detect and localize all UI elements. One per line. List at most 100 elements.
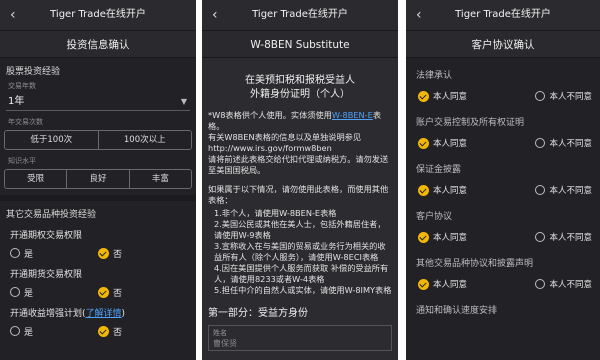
futures-radio-group: 是 否: [0, 282, 196, 300]
frequency-option-high[interactable]: 100次以上: [99, 131, 192, 149]
page-title: W-8BEN Substitute: [202, 30, 398, 58]
disagree-radio[interactable]: 本人不同意: [535, 90, 592, 102]
document-title-line2: 外籍身份证明（个人）: [250, 89, 350, 100]
yield-yes-radio[interactable]: 是: [10, 325, 98, 338]
disagree-radio[interactable]: 本人不同意: [535, 137, 592, 149]
top-bar: ‹ Tiger Trade在线开户: [202, 0, 398, 30]
document-title-line1: 在美预扣税和报税受益人: [245, 75, 355, 86]
years-label: 交易年数: [8, 82, 36, 90]
list-item: 1.非个人，请使用W-8BEN-E表格: [214, 208, 337, 218]
disagree-radio[interactable]: 本人不同意: [535, 231, 592, 243]
knowledge-option-good[interactable]: 良好: [67, 170, 130, 188]
radio-circle-icon: [535, 185, 546, 195]
info-text: 有关W8BEN表格的信息以及单独说明参见: [208, 132, 362, 142]
partial-agreement-title: 通知和确认速度安排: [416, 306, 498, 316]
app-title: Tiger Trade在线开户: [455, 9, 551, 20]
part-one-title: 第一部分：受益方身份: [208, 308, 308, 319]
back-arrow-icon[interactable]: ‹: [212, 0, 218, 30]
top-bar: ‹ Tiger Trade在线开户: [0, 0, 196, 30]
w8ben-panel: ‹ Tiger Trade在线开户 W-8BEN Substitute 在美预扣…: [202, 0, 398, 360]
futures-yes-radio[interactable]: 是: [10, 286, 98, 299]
agree-radio[interactable]: 本人同意: [418, 137, 467, 149]
learn-more-link[interactable]: 了解详情: [86, 309, 122, 319]
question-suffix: ): [121, 309, 126, 319]
futures-no-radio[interactable]: 否: [98, 286, 186, 299]
radio-circle-icon: [10, 248, 20, 258]
other-experience-title: 其它交易品种投资经验: [6, 210, 97, 220]
agreement-title: 客户协议: [416, 212, 453, 222]
investment-info-panel: ‹ Tiger Trade在线开户 投资信息确认 股票投资经验 交易年数 1年 …: [0, 0, 196, 360]
checked-circle-icon: [418, 184, 429, 196]
document-title: 在美预扣税和报税受益人 外籍身份证明（个人）: [208, 58, 392, 102]
futures-question: 开通期货交易权限: [10, 270, 83, 280]
name-field[interactable]: 姓名 曹保贤: [208, 325, 392, 351]
agree-radio[interactable]: 本人同意: [418, 90, 467, 102]
checked-circle-icon: [418, 137, 429, 149]
agreement-options: 本人同意 本人不同意: [406, 181, 600, 199]
agreement-options: 本人同意 本人不同意: [406, 228, 600, 246]
knowledge-label: 知识水平: [8, 157, 36, 165]
checked-circle-icon: [98, 247, 109, 259]
app-title: Tiger Trade在线开户: [50, 9, 146, 20]
frequency-segmented-control: 低于100次 100次以上: [4, 130, 192, 150]
list-item: 5.担任中介的自然人或实体，请使用W-8IMY表格: [214, 285, 392, 295]
agreement-block: 账户交易控制及所有权证明 本人同意 本人不同意: [406, 105, 600, 152]
disagree-label: 本人不同意: [549, 139, 592, 149]
top-bar: ‹ Tiger Trade在线开户: [406, 0, 600, 30]
agreement-title: 保证金披露: [416, 165, 462, 175]
radio-label: 否: [113, 249, 123, 260]
w8ben-document: 在美预扣税和报税受益人 外籍身份证明（个人） *W8表格供个人使用。实体须使用W…: [202, 58, 398, 360]
options-no-radio[interactable]: 否: [98, 247, 186, 260]
radio-label: 是: [24, 327, 34, 338]
options-yes-radio[interactable]: 是: [10, 247, 98, 260]
agree-label: 本人同意: [433, 186, 468, 196]
checked-circle-icon: [418, 231, 429, 243]
yield-radio-group: 是 否: [0, 321, 196, 339]
knowledge-option-limited[interactable]: 受限: [5, 170, 68, 188]
radio-circle-icon: [535, 91, 546, 101]
disagree-label: 本人不同意: [549, 92, 592, 102]
agree-radio[interactable]: 本人同意: [418, 278, 467, 290]
stock-experience-title: 股票投资经验: [6, 67, 61, 77]
agreement-block: 其他交易品种协议和披露声明 本人同意 本人不同意: [406, 246, 600, 293]
frequency-option-low[interactable]: 低于100次: [5, 131, 99, 149]
radio-label: 是: [24, 288, 34, 299]
back-arrow-icon[interactable]: ‹: [416, 0, 422, 30]
name-field-label: 姓名: [213, 329, 227, 337]
radio-circle-icon: [535, 232, 546, 242]
app-title: Tiger Trade在线开户: [252, 9, 348, 20]
agree-radio[interactable]: 本人同意: [418, 184, 467, 196]
radio-circle-icon: [10, 326, 20, 336]
disagree-radio[interactable]: 本人不同意: [535, 184, 592, 196]
intro-paragraph: *W8表格供个人使用。实体须使用W-8BEN-E表格。 有关W8BEN表格的信息…: [208, 110, 392, 176]
name-field-value: 曹保贤: [213, 339, 237, 348]
dropdown-caret-icon: ▼: [180, 97, 187, 106]
yield-enhancement-question: 开通收益增强计划(了解详情): [0, 300, 196, 321]
disagree-radio[interactable]: 本人不同意: [535, 278, 592, 290]
checked-circle-icon: [418, 90, 429, 102]
radio-circle-icon: [10, 287, 20, 297]
w8ben-e-link[interactable]: W-8BEN-E: [332, 110, 373, 120]
yield-no-radio[interactable]: 否: [98, 325, 186, 338]
agree-radio[interactable]: 本人同意: [418, 231, 467, 243]
conditions-list: 1.非个人，请使用W-8BEN-E表格 2.美国公民或其他在美人士，包括外籍居住…: [208, 208, 392, 296]
years-select[interactable]: 1年 ▼: [6, 93, 190, 111]
back-arrow-icon[interactable]: ‹: [10, 0, 16, 30]
agreement-options: 本人同意 本人不同意: [406, 134, 600, 152]
page-title: 客户协议确认: [406, 30, 600, 58]
knowledge-option-rich[interactable]: 丰富: [130, 170, 191, 188]
options-question: 开通期权交易权限: [10, 231, 83, 241]
agree-label: 本人同意: [433, 92, 468, 102]
info-text-2: 请将前述此表格交给代扣代理或纳税方。请勿发送至美国国税局。: [208, 154, 389, 175]
agreement-options: 本人同意 本人不同意: [406, 87, 600, 105]
disagree-label: 本人不同意: [549, 233, 592, 243]
agreements-panel: ‹ Tiger Trade在线开户 客户协议确认 法律承认 本人同意 本人不同意…: [406, 0, 600, 360]
disagree-label: 本人不同意: [549, 280, 592, 290]
checked-circle-icon: [418, 278, 429, 290]
frequency-label: 年交易次数: [8, 118, 43, 126]
agreement-title: 账户交易控制及所有权证明: [416, 118, 525, 128]
agreement-options: 本人同意 本人不同意: [406, 275, 600, 293]
agreement-block: 法律承认 本人同意 本人不同意: [406, 58, 600, 105]
checked-circle-icon: [98, 325, 109, 337]
question-text: 开通收益增强计划(: [10, 309, 86, 319]
